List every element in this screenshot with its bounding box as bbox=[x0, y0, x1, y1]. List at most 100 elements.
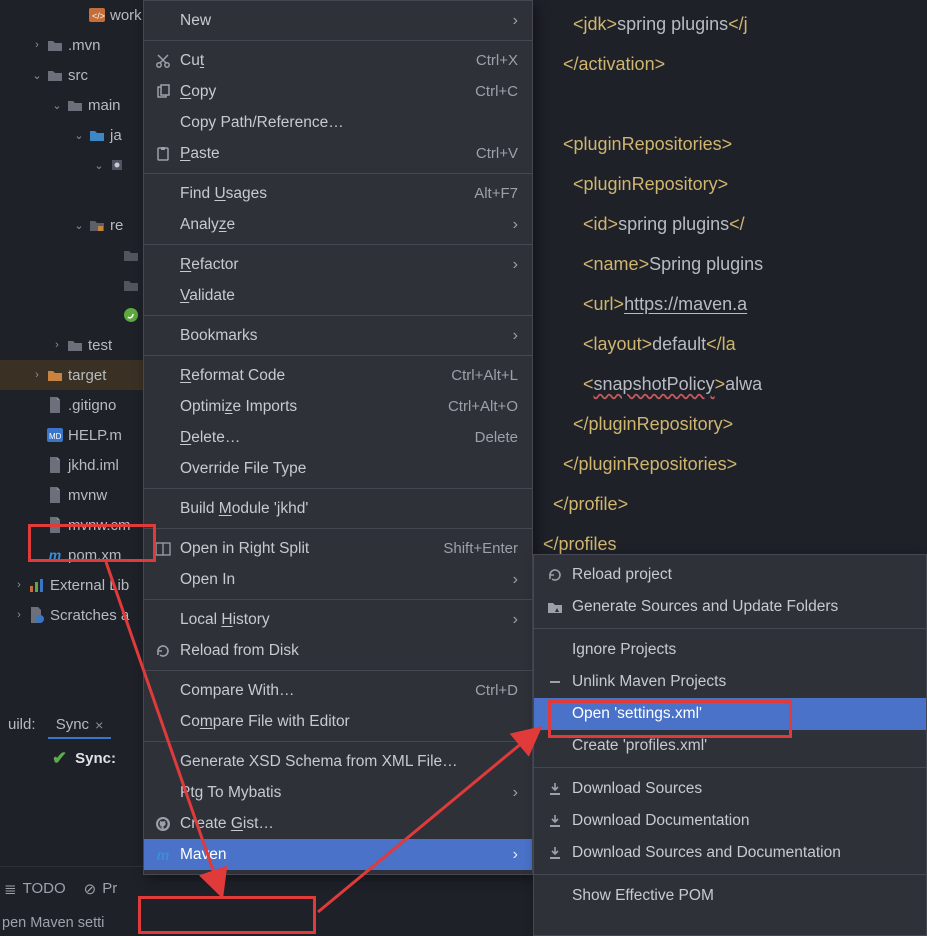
menu-item[interactable]: mMaven› bbox=[144, 839, 532, 870]
chart-icon bbox=[28, 576, 46, 594]
list-icon: ≣ bbox=[4, 880, 17, 898]
folder-res-icon bbox=[88, 216, 106, 234]
menu-item[interactable]: Local History› bbox=[144, 604, 532, 635]
code-line: <id>spring plugins</ bbox=[533, 204, 927, 244]
dl-icon bbox=[544, 782, 566, 796]
menu-item[interactable]: New› bbox=[144, 5, 532, 36]
menu-item[interactable]: Reload from Disk bbox=[144, 635, 532, 666]
tree-item[interactable]: ⌄ bbox=[0, 150, 143, 180]
submenu-item[interactable]: Download Sources and Documentation bbox=[534, 837, 926, 869]
close-icon[interactable]: × bbox=[95, 717, 103, 733]
menu-item[interactable]: Build Module 'jkhd' bbox=[144, 493, 532, 524]
file-icon bbox=[46, 456, 64, 474]
menu-item-label: Local History bbox=[174, 611, 505, 629]
tree-item[interactable]: ›External Lib bbox=[0, 570, 143, 600]
menu-item[interactable]: Find UsagesAlt+F7 bbox=[144, 178, 532, 209]
chevron-icon[interactable]: ⌄ bbox=[30, 69, 44, 82]
chevron-icon[interactable]: › bbox=[30, 369, 44, 381]
tree-item[interactable]: ⌄main bbox=[0, 90, 143, 120]
tree-item[interactable]: ›.mvn bbox=[0, 30, 143, 60]
tree-item[interactable]: </>work bbox=[0, 0, 143, 30]
maven-submenu[interactable]: Reload projectGenerate Sources and Updat… bbox=[533, 554, 927, 936]
build-tool-window-tabs[interactable]: uild: Sync× bbox=[0, 712, 111, 739]
menu-item[interactable]: Ptg To Mybatis› bbox=[144, 777, 532, 808]
menu-item[interactable]: Refactor› bbox=[144, 249, 532, 280]
m-icon: m bbox=[152, 847, 174, 863]
chevron-icon[interactable]: ⌄ bbox=[72, 129, 86, 142]
tree-item[interactable] bbox=[0, 270, 143, 300]
menu-item[interactable]: Optimize ImportsCtrl+Alt+O bbox=[144, 391, 532, 422]
menu-item[interactable]: Copy Path/Reference… bbox=[144, 107, 532, 138]
chevron-icon[interactable]: › bbox=[50, 339, 64, 351]
menu-item[interactable]: Generate XSD Schema from XML File… bbox=[144, 746, 532, 777]
split-icon bbox=[152, 542, 174, 556]
folder-icon bbox=[66, 336, 84, 354]
folder-dim-icon bbox=[123, 276, 139, 294]
dl-icon bbox=[544, 814, 566, 828]
menu-item[interactable]: Override File Type bbox=[144, 453, 532, 484]
tree-item-label: target bbox=[68, 367, 106, 384]
code-line: <url>https://maven.a bbox=[533, 284, 927, 324]
submenu-item[interactable]: Download Sources bbox=[534, 773, 926, 805]
menu-item[interactable]: Create Gist… bbox=[144, 808, 532, 839]
warning-icon: ⊘ bbox=[84, 880, 97, 898]
submenu-item[interactable]: Download Documentation bbox=[534, 805, 926, 837]
tree-item[interactable]: ⌄re bbox=[0, 210, 143, 240]
tree-item[interactable] bbox=[0, 300, 143, 330]
todo-tool-button[interactable]: ≣TODO bbox=[4, 880, 66, 898]
code-line: </profile> bbox=[533, 484, 927, 524]
menu-item[interactable]: Analyze› bbox=[144, 209, 532, 240]
tree-item[interactable] bbox=[0, 180, 143, 210]
submenu-item[interactable]: Reload project bbox=[534, 559, 926, 591]
code-line: <pluginRepositories> bbox=[533, 124, 927, 164]
tree-item[interactable]: ›test bbox=[0, 330, 143, 360]
gen-icon bbox=[544, 600, 566, 614]
menu-item[interactable]: Compare With…Ctrl+D bbox=[144, 675, 532, 706]
tree-item[interactable]: mvnw bbox=[0, 480, 143, 510]
chevron-icon[interactable]: ⌄ bbox=[72, 219, 86, 232]
chevron-right-icon: › bbox=[505, 327, 518, 345]
tree-item[interactable]: ›Scratches a bbox=[0, 600, 143, 630]
sync-tab[interactable]: Sync× bbox=[48, 712, 112, 739]
menu-item[interactable]: Delete…Delete bbox=[144, 422, 532, 453]
tree-item[interactable]: mpom.xm bbox=[0, 540, 143, 570]
code-line bbox=[533, 84, 927, 124]
chevron-icon[interactable]: ⌄ bbox=[92, 159, 106, 172]
menu-item[interactable]: PasteCtrl+V bbox=[144, 138, 532, 169]
chevron-right-icon: › bbox=[505, 216, 518, 234]
chevron-icon[interactable]: › bbox=[12, 609, 26, 621]
menu-item[interactable]: Open in Right SplitShift+Enter bbox=[144, 533, 532, 564]
menu-item[interactable]: CutCtrl+X bbox=[144, 45, 532, 76]
submenu-item[interactable]: Create 'profiles.xml' bbox=[534, 730, 926, 762]
project-tree[interactable]: </>work›.mvn⌄src⌄main⌄ja⌄⌄re›test›target… bbox=[0, 0, 143, 936]
tree-item[interactable]: › target bbox=[0, 360, 143, 390]
menu-item[interactable]: Open In› bbox=[144, 564, 532, 595]
tree-item[interactable]: .gitigno bbox=[0, 390, 143, 420]
menu-item[interactable]: Reformat CodeCtrl+Alt+L bbox=[144, 360, 532, 391]
tree-item[interactable]: jkhd.iml bbox=[0, 450, 143, 480]
menu-item[interactable]: Bookmarks› bbox=[144, 320, 532, 351]
submenu-item[interactable]: Ignore Projects bbox=[534, 634, 926, 666]
submenu-item[interactable]: Open 'settings.xml' bbox=[534, 698, 926, 730]
build-tab[interactable]: uild: bbox=[0, 712, 44, 737]
menu-item-label: Paste bbox=[174, 145, 476, 163]
chevron-icon[interactable]: › bbox=[12, 579, 26, 591]
submenu-item[interactable]: Unlink Maven Projects bbox=[534, 666, 926, 698]
chevron-icon[interactable]: ⌄ bbox=[50, 99, 64, 112]
tree-item[interactable]: ⌄src bbox=[0, 60, 143, 90]
problems-tool-button[interactable]: ⊘Pr bbox=[84, 880, 118, 898]
tree-item[interactable]: mvnw.cm bbox=[0, 510, 143, 540]
menu-item-label: Reformat Code bbox=[174, 367, 451, 385]
tree-item[interactable]: ⌄ja bbox=[0, 120, 143, 150]
submenu-item[interactable]: Show Effective POM bbox=[534, 880, 926, 912]
menu-item[interactable]: CopyCtrl+C bbox=[144, 76, 532, 107]
menu-item[interactable]: Compare File with Editor bbox=[144, 706, 532, 737]
context-menu[interactable]: New› CutCtrl+XCopyCtrl+CCopy Path/Referen… bbox=[143, 0, 533, 875]
menu-item[interactable]: Validate bbox=[144, 280, 532, 311]
chevron-icon[interactable]: › bbox=[30, 39, 44, 51]
tree-item[interactable]: MDHELP.m bbox=[0, 420, 143, 450]
submenu-item[interactable]: Generate Sources and Update Folders bbox=[534, 591, 926, 623]
tree-item[interactable] bbox=[0, 240, 143, 270]
chevron-right-icon: › bbox=[505, 784, 518, 802]
reload-icon bbox=[544, 567, 566, 583]
